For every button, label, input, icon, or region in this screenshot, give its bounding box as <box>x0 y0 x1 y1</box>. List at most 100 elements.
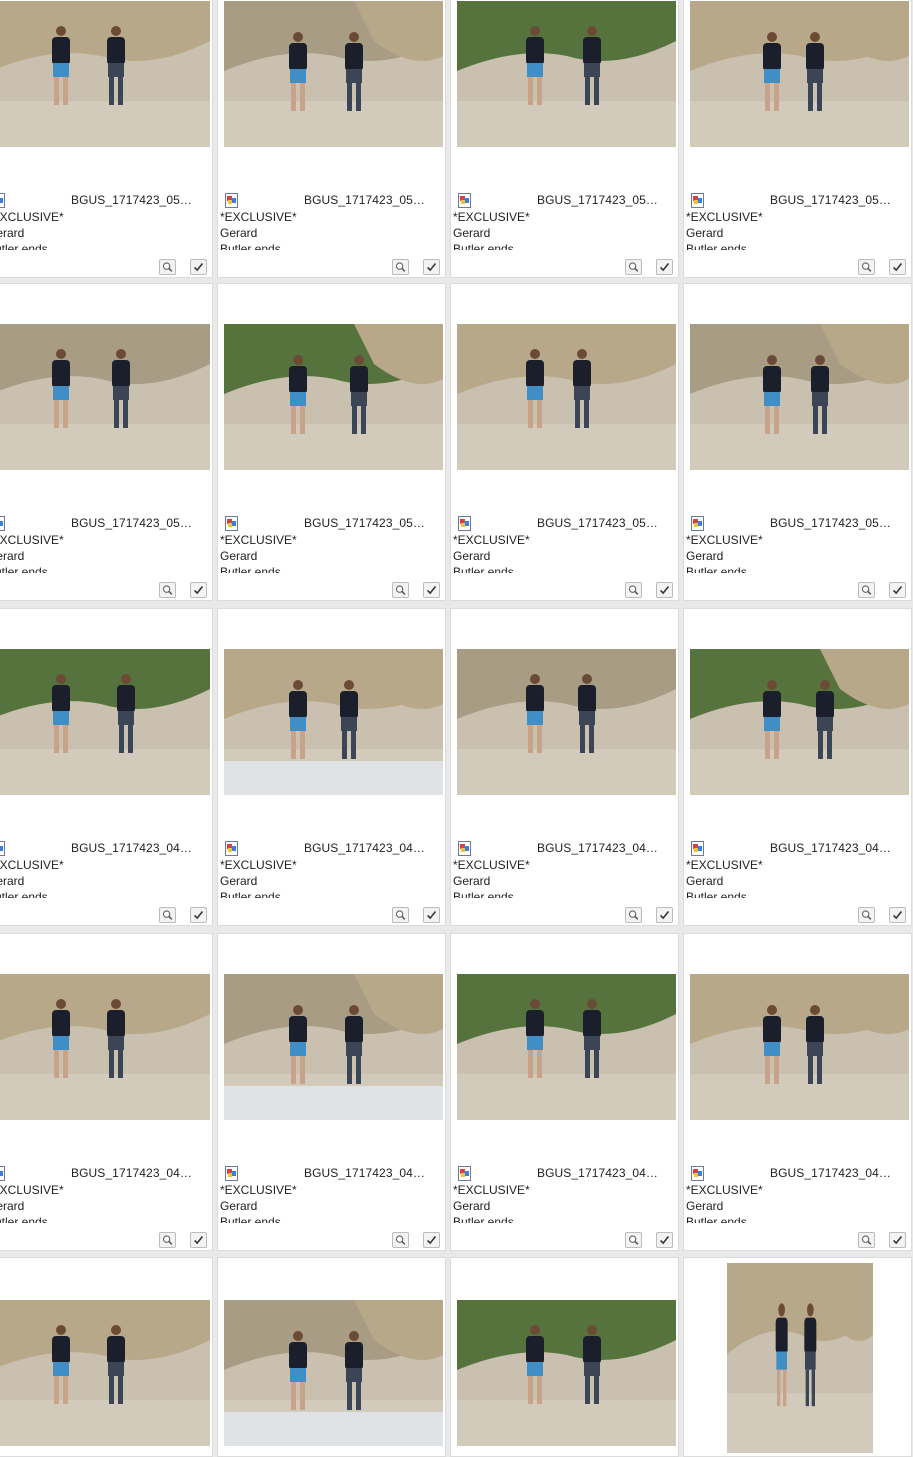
select-button[interactable] <box>190 582 207 598</box>
select-button[interactable] <box>656 907 673 923</box>
caption-line: Gerard <box>220 226 258 240</box>
photo-card[interactable]: BGUS_1717423_05… *EXCLUSIVE* Gerard Butler … <box>450 0 679 278</box>
photo-thumbnail[interactable] <box>0 1 210 147</box>
photo-thumbnail[interactable] <box>690 649 909 795</box>
zoom-button[interactable] <box>159 259 176 275</box>
photo-filename: BGUS_1717423_05… <box>537 516 659 530</box>
caption-line: *EXCLUSIVE* <box>686 533 763 547</box>
photo-thumbnail[interactable] <box>457 649 676 795</box>
caption-line: *EXCLUSIVE* <box>686 1183 763 1197</box>
zoom-button[interactable] <box>625 907 642 923</box>
photo-card[interactable]: BGUS_1717423_04… *EXCLUSIVE* Gerard Butler … <box>450 933 679 1251</box>
checkmark-icon <box>424 908 439 922</box>
photo-card[interactable]: BGUS_1717423_05… *EXCLUSIVE* Gerard Butler … <box>450 283 679 601</box>
photo-caption: *EXCLUSIVE* Gerard Butler ends <box>0 532 87 573</box>
photo-card[interactable]: BGUS_1717423_04… *EXCLUSIVE* Gerard Butler … <box>450 608 679 926</box>
magnifier-icon <box>626 260 641 274</box>
photo-card[interactable]: BGUS_1717423_04… *EXCLUSIVE* Gerard Butler … <box>217 933 446 1251</box>
magnifier-icon <box>626 908 641 922</box>
photo-thumbnail[interactable] <box>690 1 909 147</box>
photo-thumbnail[interactable] <box>457 1 676 147</box>
caption-line: Gerard <box>686 549 724 563</box>
zoom-button[interactable] <box>392 907 409 923</box>
photo-thumbnail[interactable] <box>224 1 443 147</box>
zoom-button[interactable] <box>858 1232 875 1248</box>
photo-card[interactable]: BGUS_1717423_04… *EXCLUSIVE* Gerard Butler … <box>217 608 446 926</box>
image-file-icon <box>224 841 239 856</box>
photo-filename: BGUS_1717423_05… <box>770 193 892 207</box>
photo-thumbnail[interactable] <box>690 324 909 470</box>
photo-card[interactable]: BGUS_1717423_04… *EXCLUSIVE* Gerard Butler … <box>0 608 213 926</box>
zoom-button[interactable] <box>392 1232 409 1248</box>
magnifier-icon <box>859 908 874 922</box>
select-button[interactable] <box>190 259 207 275</box>
photo-thumbnail[interactable] <box>727 1263 873 1453</box>
zoom-button[interactable] <box>159 582 176 598</box>
select-button[interactable] <box>889 1232 906 1248</box>
photo-card[interactable] <box>450 1257 679 1457</box>
photo-thumbnail[interactable] <box>0 974 210 1120</box>
photo-card[interactable]: BGUS_1717423_05… *EXCLUSIVE* Gerard Butler … <box>217 0 446 278</box>
caption-line: Gerard <box>686 874 724 888</box>
caption-line: *EXCLUSIVE* <box>686 858 763 872</box>
photo-thumbnail[interactable] <box>457 324 676 470</box>
zoom-button[interactable] <box>858 907 875 923</box>
select-button[interactable] <box>656 1232 673 1248</box>
magnifier-icon <box>393 908 408 922</box>
select-button[interactable] <box>190 907 207 923</box>
photo-card[interactable] <box>683 1257 912 1457</box>
checkmark-icon <box>424 583 439 597</box>
select-button[interactable] <box>423 1232 440 1248</box>
photo-thumbnail[interactable] <box>690 974 909 1120</box>
photo-card[interactable] <box>217 1257 446 1457</box>
caption-line: *EXCLUSIVE* <box>220 210 297 224</box>
photo-caption: *EXCLUSIVE* Gerard Butler ends <box>220 857 320 898</box>
photo-thumbnail[interactable] <box>0 1300 210 1446</box>
photo-card[interactable]: BGUS_1717423_04… *EXCLUSIVE* Gerard Butler … <box>683 933 912 1251</box>
photo-card[interactable] <box>0 1257 213 1457</box>
zoom-button[interactable] <box>625 1232 642 1248</box>
photo-thumbnail[interactable] <box>457 1300 676 1446</box>
photo-filename: BGUS_1717423_04… <box>304 1166 426 1180</box>
zoom-button[interactable] <box>392 582 409 598</box>
zoom-button[interactable] <box>625 582 642 598</box>
image-file-icon <box>457 1166 472 1181</box>
select-button[interactable] <box>423 907 440 923</box>
photo-card[interactable]: BGUS_1717423_05… *EXCLUSIVE* Gerard Butler … <box>0 283 213 601</box>
select-button[interactable] <box>889 907 906 923</box>
photo-thumbnail[interactable] <box>224 324 443 470</box>
photo-card[interactable]: BGUS_1717423_05… *EXCLUSIVE* Gerard Butler … <box>217 283 446 601</box>
zoom-button[interactable] <box>159 907 176 923</box>
zoom-button[interactable] <box>858 259 875 275</box>
select-button[interactable] <box>889 259 906 275</box>
select-button[interactable] <box>889 582 906 598</box>
photo-thumbnail[interactable] <box>224 1300 443 1446</box>
photo-thumbnail[interactable] <box>0 649 210 795</box>
image-file-icon <box>690 516 705 531</box>
zoom-button[interactable] <box>159 1232 176 1248</box>
zoom-button[interactable] <box>858 582 875 598</box>
photo-card[interactable]: BGUS_1717423_05… *EXCLUSIVE* Gerard Butler … <box>683 283 912 601</box>
select-button[interactable] <box>190 1232 207 1248</box>
photo-thumbnail[interactable] <box>457 974 676 1120</box>
photo-thumbnail[interactable] <box>0 324 210 470</box>
caption-line: *EXCLUSIVE* <box>220 858 297 872</box>
select-button[interactable] <box>423 259 440 275</box>
checkmark-icon <box>424 1233 439 1247</box>
photo-card[interactable]: BGUS_1717423_04… *EXCLUSIVE* Gerard Butler … <box>0 933 213 1251</box>
zoom-button[interactable] <box>392 259 409 275</box>
caption-line: *EXCLUSIVE* <box>453 533 530 547</box>
image-file-icon <box>224 1166 239 1181</box>
caption-line: Gerard <box>453 1199 491 1213</box>
photo-thumbnail[interactable] <box>224 974 443 1120</box>
photo-card[interactable]: BGUS_1717423_05… *EXCLUSIVE* Gerard Butler … <box>0 0 213 278</box>
zoom-button[interactable] <box>625 259 642 275</box>
checkmark-icon <box>191 908 206 922</box>
select-button[interactable] <box>656 259 673 275</box>
photo-card[interactable]: BGUS_1717423_05… *EXCLUSIVE* Gerard Butler … <box>683 0 912 278</box>
select-button[interactable] <box>423 582 440 598</box>
photo-thumbnail[interactable] <box>224 649 443 795</box>
photo-card[interactable]: BGUS_1717423_04… *EXCLUSIVE* Gerard Butler … <box>683 608 912 926</box>
image-file-icon <box>457 516 472 531</box>
select-button[interactable] <box>656 582 673 598</box>
